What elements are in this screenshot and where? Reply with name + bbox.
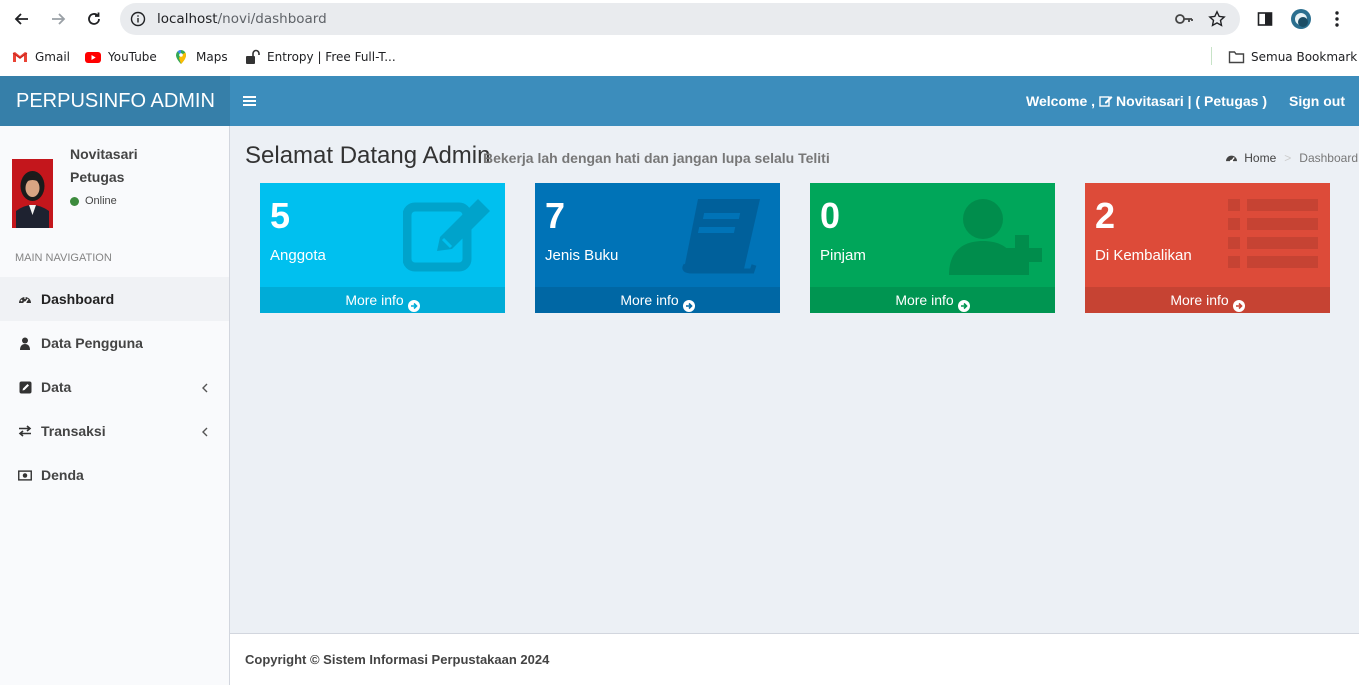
money-icon [18, 468, 32, 482]
sidebar-toggle-icon[interactable] [243, 94, 257, 108]
online-dot-icon [70, 196, 79, 206]
bookmarks-bar: Gmail YouTube Maps Entropy | Free Full-T… [0, 38, 1359, 76]
sidebar-item-dashboard[interactable]: Dashboard [0, 277, 229, 321]
stat-label: Di Kembalikan [1095, 247, 1192, 264]
user-status: Online [70, 195, 117, 207]
stat-count: 0 [820, 195, 841, 236]
welcome-user[interactable]: Welcome , Novitasari | ( Petugas ) [1026, 93, 1267, 109]
sidebar-item-data-pengguna[interactable]: Data Pengguna [0, 321, 229, 365]
stat-box-pinjam: 0 Pinjam More info [810, 183, 1055, 313]
welcome-prefix: Welcome , [1026, 93, 1096, 109]
folder-icon [1228, 49, 1245, 65]
more-info-link[interactable]: More info [260, 287, 505, 313]
user-avatar [12, 159, 53, 228]
list-icon [1228, 195, 1318, 275]
sign-out-link[interactable]: Sign out [1289, 93, 1345, 109]
stat-box-anggota: 5 Anggota More info [260, 183, 505, 313]
book-icon [678, 195, 768, 275]
stat-box-di-kembalikan: 2 Di Kembalikan More info [1085, 183, 1330, 313]
arrow-circle-right-icon [682, 294, 695, 312]
chevron-left-icon [201, 381, 209, 393]
user-plus-icon [949, 195, 1043, 275]
app-header: PERPUSINFO ADMIN Welcome , Novitasari | … [0, 76, 1359, 126]
nav-header: MAIN NAVIGATION [15, 252, 112, 264]
main-content: Selamat Datang Admin Bekerja lah dengan … [230, 126, 1359, 633]
stat-label: Jenis Buku [545, 247, 619, 264]
lock-open-icon [244, 49, 260, 65]
welcome-username: Novitasari | ( Petugas ) [1116, 93, 1267, 109]
edit-icon [18, 380, 32, 394]
site-info-icon[interactable] [130, 11, 146, 27]
breadcrumb: Home > Dashboard [1225, 151, 1358, 165]
bookmark-youtube[interactable]: YouTube [85, 48, 157, 66]
sidebar-item-denda[interactable]: Denda [0, 453, 229, 497]
bookmark-maps[interactable]: Maps [173, 48, 228, 66]
chevron-left-icon [201, 425, 209, 437]
reload-icon[interactable] [83, 8, 105, 30]
dashboard-icon [1225, 152, 1238, 165]
arrow-circle-right-icon [407, 294, 420, 312]
more-info-link[interactable]: More info [810, 287, 1055, 313]
sidebar: Novitasari Petugas Online MAIN NAVIGATIO… [0, 126, 230, 685]
app-footer: Copyright © Sistem Informasi Perpustakaa… [230, 633, 1359, 685]
maps-icon [173, 49, 189, 65]
arrow-circle-right-icon [1232, 294, 1245, 312]
chrome-menu-icon[interactable] [1326, 8, 1348, 30]
stat-label: Anggota [270, 247, 326, 264]
side-panel-icon[interactable] [1254, 8, 1276, 30]
browser-toolbar: localhost/novi/dashboard [0, 0, 1359, 38]
more-info-link[interactable]: More info [1085, 287, 1330, 313]
user-icon [18, 336, 32, 350]
stat-label: Pinjam [820, 247, 866, 264]
profile-avatar-icon[interactable] [1290, 8, 1312, 30]
copyright-text: Copyright © Sistem Informasi Perpustakaa… [245, 652, 550, 667]
user-name: Novitasari [70, 146, 138, 162]
page-title: Selamat Datang Admin [245, 142, 491, 169]
url-text: localhost/novi/dashboard [157, 11, 327, 27]
edit-icon [1099, 94, 1113, 108]
address-bar[interactable]: localhost/novi/dashboard [120, 3, 1240, 35]
bookmark-entropy[interactable]: Entropy | Free Full-T... [244, 48, 396, 66]
stat-box-jenis-buku: 7 Jenis Buku More info [535, 183, 780, 313]
stat-count: 2 [1095, 195, 1116, 236]
password-key-icon[interactable] [1174, 11, 1194, 27]
arrow-circle-right-icon [957, 294, 970, 312]
page-subtitle: Bekerja lah dengan hati dan jangan lupa … [483, 150, 830, 166]
sidebar-item-transaksi[interactable]: Transaksi [0, 409, 229, 453]
youtube-icon [85, 49, 101, 65]
edit-icon [402, 195, 493, 275]
back-icon[interactable] [11, 8, 33, 30]
dashboard-icon [18, 292, 32, 306]
forward-icon[interactable] [47, 8, 69, 30]
breadcrumb-current: Dashboard [1299, 151, 1358, 165]
brand-logo[interactable]: PERPUSINFO ADMIN [0, 76, 230, 126]
exchange-icon [18, 424, 32, 438]
bookmark-divider [1211, 47, 1212, 65]
sidebar-item-data[interactable]: Data [0, 365, 229, 409]
all-bookmarks[interactable]: Semua Bookmark [1228, 48, 1357, 66]
bookmark-gmail[interactable]: Gmail [12, 48, 70, 66]
bookmark-star-icon[interactable] [1208, 10, 1226, 28]
user-role: Petugas [70, 169, 125, 185]
stat-count: 5 [270, 195, 291, 236]
more-info-link[interactable]: More info [535, 287, 780, 313]
stat-count: 7 [545, 195, 566, 236]
gmail-icon [12, 49, 28, 65]
breadcrumb-home[interactable]: Home [1244, 151, 1276, 165]
